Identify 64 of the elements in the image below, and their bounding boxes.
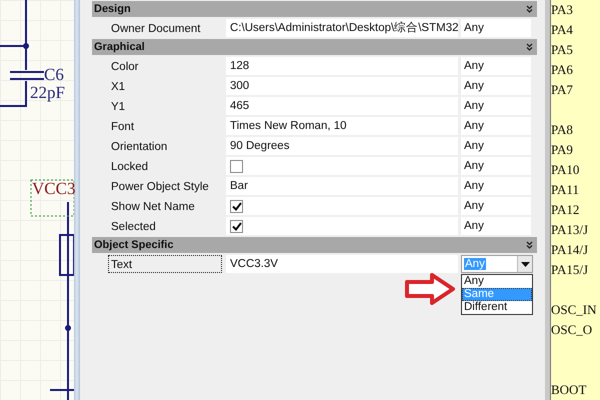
- pin-label: PA7: [551, 81, 574, 99]
- pin-label: PA4: [551, 21, 574, 39]
- property-name: Power Object Style: [110, 180, 210, 195]
- value-cell[interactable]: 90 Degrees: [226, 137, 458, 155]
- property-name: Owner Document: [110, 22, 202, 37]
- pin-label: PA5: [551, 41, 574, 59]
- pin-label: PA12: [551, 201, 580, 219]
- match-cell[interactable]: Any: [461, 117, 531, 135]
- value-cell[interactable]: 465: [226, 97, 458, 115]
- dropdown-option[interactable]: Different: [462, 301, 532, 314]
- collapse-icon[interactable]: [526, 5, 533, 13]
- match-cell[interactable]: Any: [461, 57, 531, 75]
- collapse-icon[interactable]: [526, 241, 533, 249]
- pin-label: PA3: [551, 1, 574, 19]
- match-cell[interactable]: Any: [461, 197, 531, 215]
- section-title: Design: [94, 3, 131, 15]
- match-cell[interactable]: Any: [461, 19, 531, 37]
- section-title: Object Specific: [94, 239, 174, 251]
- value-cell[interactable]: VCC3.3V: [226, 255, 458, 273]
- pin-label: BOOT: [551, 381, 588, 399]
- match-cell[interactable]: Any: [461, 137, 531, 155]
- value-cell[interactable]: 300: [226, 77, 458, 95]
- pin-label: PA13/J: [551, 221, 590, 239]
- pin-label: PA15/J: [551, 261, 590, 279]
- checkbox[interactable]: [230, 160, 243, 172]
- value-cell[interactable]: 128: [226, 57, 458, 75]
- net-label: VCC3: [32, 180, 76, 198]
- property-name: Show Net Name: [110, 200, 196, 215]
- property-name: Selected: [110, 220, 157, 235]
- match-cell[interactable]: Any: [461, 217, 531, 235]
- match-cell[interactable]: Any: [461, 97, 531, 115]
- pin-label: OSC_O: [551, 321, 594, 339]
- pin-label: OSC_IN: [551, 301, 598, 319]
- dropdown-option[interactable]: Any: [462, 275, 532, 288]
- match-cell[interactable]: Any: [461, 177, 531, 195]
- section-header[interactable]: Object Specific: [92, 237, 537, 253]
- checkbox[interactable]: [230, 220, 243, 232]
- property-name: Y1: [110, 100, 126, 115]
- property-name: X1: [110, 80, 126, 95]
- pin-label: PA8: [551, 121, 574, 139]
- section-title: Graphical: [94, 41, 145, 53]
- property-name: Locked: [110, 160, 150, 175]
- pin-label: PA10: [551, 161, 580, 179]
- match-cell[interactable]: Any: [461, 157, 531, 175]
- section-header[interactable]: Graphical: [92, 39, 537, 55]
- property-name: Orientation: [110, 140, 168, 155]
- value-cell[interactable]: C:\Users\Administrator\Desktop\综合\STM32: [226, 19, 458, 37]
- section-header[interactable]: Design: [92, 1, 537, 17]
- property-name: Color: [110, 60, 140, 75]
- collapse-icon[interactable]: [526, 43, 533, 51]
- checkbox[interactable]: [230, 200, 243, 212]
- arrow-icon: [404, 272, 456, 306]
- value-cell[interactable]: Bar: [226, 177, 458, 195]
- property-name: Text: [108, 255, 222, 273]
- property-name: Font: [110, 120, 136, 135]
- pin-label: PA9: [551, 141, 574, 159]
- dropdown-value: Any: [464, 258, 486, 270]
- value-cell[interactable]: Times New Roman, 10: [226, 117, 458, 135]
- component-label: C6: [44, 66, 64, 84]
- pin-label: PA6: [551, 61, 574, 79]
- component-value: 22pF: [30, 84, 65, 102]
- pin-label: PA11: [551, 181, 580, 199]
- match-cell[interactable]: Any: [461, 77, 531, 95]
- pin-label: PA14/J: [551, 241, 590, 259]
